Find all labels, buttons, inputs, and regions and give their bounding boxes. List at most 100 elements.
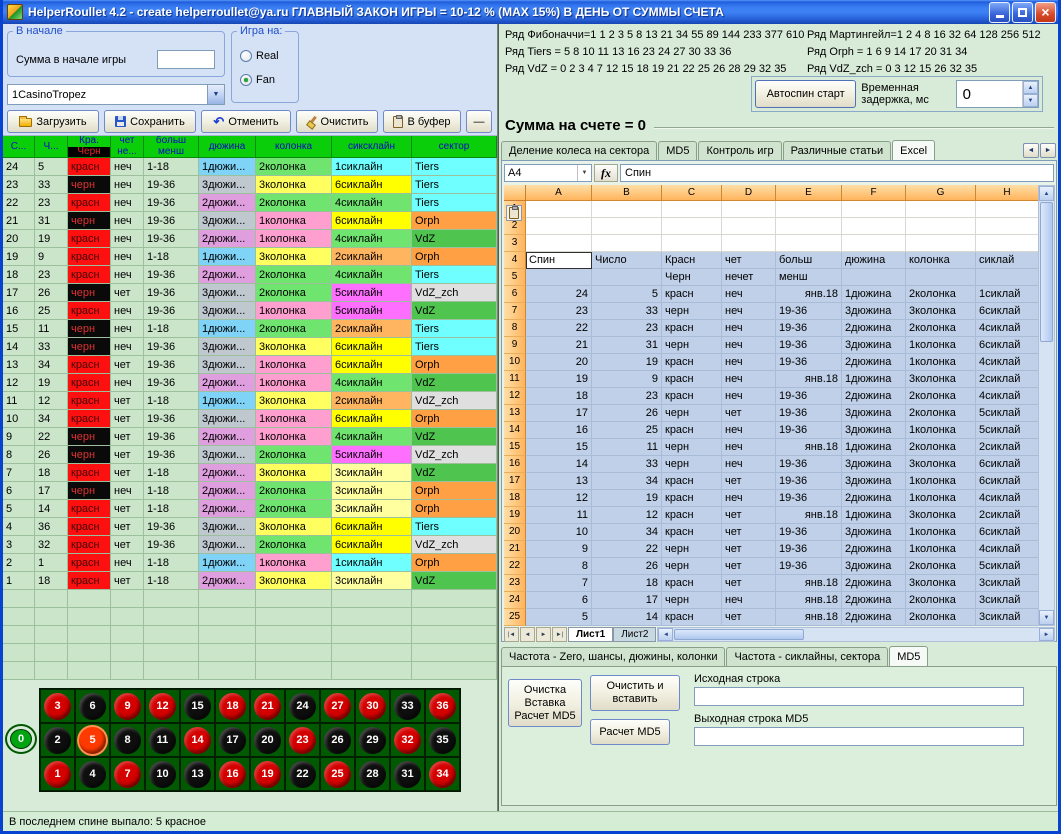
excel-cell[interactable]: 3сиклай xyxy=(976,592,1039,609)
excel-cell[interactable] xyxy=(842,235,906,252)
board-cell-29[interactable]: 29 xyxy=(355,723,390,757)
board-cell-6[interactable]: 6 xyxy=(75,689,110,723)
excel-cell[interactable]: чет xyxy=(722,575,776,592)
excel-row-header-11[interactable]: 11 xyxy=(504,371,526,388)
collapse-button[interactable]: — xyxy=(466,110,492,133)
spin-row[interactable]: 1034краснчет19-363дюжи...1колонка6сиклай… xyxy=(3,410,497,428)
spin-down-button[interactable]: ▼ xyxy=(1023,94,1038,107)
spin-row[interactable]: 332краснчет19-363дюжи...2колонка6сиклайн… xyxy=(3,536,497,554)
paste-options-icon[interactable] xyxy=(506,205,522,221)
excel-cell[interactable]: 22 xyxy=(592,541,662,558)
excel-cell[interactable]: 1дюжина xyxy=(842,286,906,303)
excel-cell[interactable]: черн xyxy=(662,541,722,558)
excel-cell[interactable]: 1колонка xyxy=(906,524,976,541)
excel-cell[interactable]: 1колонка xyxy=(906,473,976,490)
excel-cell[interactable]: 2колонка xyxy=(906,592,976,609)
excel-cell[interactable]: 12 xyxy=(592,507,662,524)
tab-md5[interactable]: MD5 xyxy=(889,646,928,666)
excel-cell[interactable]: 5сиклай xyxy=(976,422,1039,439)
excel-cell[interactable]: 1колонка xyxy=(906,422,976,439)
excel-cell[interactable]: красн xyxy=(662,371,722,388)
excel-cell[interactable]: неч xyxy=(722,439,776,456)
excel-cell[interactable]: красн xyxy=(662,507,722,524)
board-cell-8[interactable]: 8 xyxy=(110,723,145,757)
column-header-2[interactable]: Кра.Черн xyxy=(68,136,111,158)
spin-up-button[interactable]: ▲ xyxy=(1023,81,1038,94)
spin-row[interactable]: 21красннеч1-181дюжи...1колонка1сиклайнOr… xyxy=(3,554,497,572)
next-sheet-button[interactable]: ► xyxy=(536,627,551,642)
excel-cell[interactable]: 3дюжина xyxy=(842,422,906,439)
excel-cell[interactable]: 19-36 xyxy=(776,405,842,422)
excel-cell[interactable]: 1дюжина xyxy=(842,439,906,456)
vertical-scrollbar[interactable]: ▲ ▼ xyxy=(1038,185,1055,626)
spin-row[interactable]: 1511черннеч1-181дюжи...2колонка2сиклайнT… xyxy=(3,320,497,338)
excel-cell[interactable]: красн xyxy=(662,609,722,626)
excel-cell[interactable]: 13 xyxy=(526,473,592,490)
insert-function-button[interactable]: fx xyxy=(594,164,618,182)
spin-row[interactable]: 245красннеч1-181дюжи...2колонка1сиклайнT… xyxy=(3,158,497,176)
board-cell-15[interactable]: 15 xyxy=(180,689,215,723)
excel-col-header-e[interactable]: E xyxy=(776,185,842,201)
excel-cell[interactable]: 19-36 xyxy=(776,337,842,354)
excel-cell[interactable]: янв.18 xyxy=(776,371,842,388)
excel-cell[interactable]: Спин xyxy=(526,252,592,269)
excel-cell[interactable]: менш xyxy=(776,269,842,286)
tab-деление-колеса-на-сектора[interactable]: Деление колеса на сектора xyxy=(501,141,657,160)
excel-cell[interactable]: 19 xyxy=(526,371,592,388)
excel-cell[interactable]: 9 xyxy=(592,371,662,388)
excel-cell[interactable]: 2колонка xyxy=(906,405,976,422)
excel-row-header-6[interactable]: 6 xyxy=(504,286,526,303)
excel-row-header-5[interactable]: 5 xyxy=(504,269,526,286)
spin-row[interactable]: 1112краснчет1-181дюжи...3колонка2сиклайн… xyxy=(3,392,497,410)
spin-row[interactable]: 199красннеч1-181дюжи...3колонка2сиклайнO… xyxy=(3,248,497,266)
excel-cell[interactable]: 19-36 xyxy=(776,320,842,337)
excel-row-header-7[interactable]: 7 xyxy=(504,303,526,320)
excel-cell[interactable]: чет xyxy=(722,405,776,422)
excel-col-header-d[interactable]: D xyxy=(722,185,776,201)
load-button[interactable]: Загрузить xyxy=(7,110,99,133)
excel-cell[interactable]: неч xyxy=(722,490,776,507)
excel-cell[interactable]: 3дюжина xyxy=(842,473,906,490)
board-cell-20[interactable]: 20 xyxy=(250,723,285,757)
tab-scroll-left-icon[interactable]: ◄ xyxy=(1023,143,1039,158)
scroll-left-icon[interactable]: ◄ xyxy=(658,628,673,641)
first-sheet-button[interactable]: |◄ xyxy=(504,627,519,642)
close-button[interactable]: × xyxy=(1035,2,1056,23)
excel-cell[interactable]: 2сиклай xyxy=(976,507,1039,524)
horizontal-scrollbar[interactable]: ◄ ► xyxy=(657,627,1055,642)
excel-row-header-16[interactable]: 16 xyxy=(504,456,526,473)
scroll-up-icon[interactable]: ▲ xyxy=(1039,186,1054,201)
excel-cell[interactable]: чет xyxy=(722,541,776,558)
spin-row[interactable]: 826чернчет19-363дюжи...2колонка5сиклайнV… xyxy=(3,446,497,464)
excel-cell[interactable]: 5 xyxy=(526,609,592,626)
excel-cell[interactable]: колонка xyxy=(906,252,976,269)
excel-cell[interactable]: 19-36 xyxy=(776,422,842,439)
prev-sheet-button[interactable]: ◄ xyxy=(520,627,535,642)
excel-cell[interactable]: чет xyxy=(722,609,776,626)
excel-cell[interactable]: черн xyxy=(662,303,722,320)
excel-cell[interactable] xyxy=(526,218,592,235)
excel-cell[interactable] xyxy=(976,218,1039,235)
excel-cell[interactable]: Число xyxy=(592,252,662,269)
spin-row[interactable]: 436краснчет19-363дюжи...3колонка6сиклайн… xyxy=(3,518,497,536)
excel-cell[interactable] xyxy=(592,201,662,218)
excel-col-header-f[interactable]: F xyxy=(842,185,906,201)
excel-cell[interactable]: 7 xyxy=(526,575,592,592)
output-string-input[interactable] xyxy=(694,727,1024,746)
spin-row[interactable]: 1625красннеч19-363дюжи...1колонка5сиклай… xyxy=(3,302,497,320)
column-header-3[interactable]: четне... xyxy=(111,136,144,158)
excel-row-header-17[interactable]: 17 xyxy=(504,473,526,490)
excel-cell[interactable]: 2дюжина xyxy=(842,575,906,592)
excel-row-header-8[interactable]: 8 xyxy=(504,320,526,337)
excel-cell[interactable]: 2сиклай xyxy=(976,371,1039,388)
excel-cell[interactable]: черн xyxy=(662,439,722,456)
clear-and-paste-button[interactable]: Очистить и вставить xyxy=(590,675,680,711)
clear-paste-calc-button[interactable]: Очистка Вставка Расчет MD5 xyxy=(508,679,582,727)
excel-cell[interactable] xyxy=(976,269,1039,286)
excel-cell[interactable] xyxy=(662,218,722,235)
undo-button[interactable]: ↶Отменить xyxy=(201,110,291,133)
excel-cell[interactable] xyxy=(906,269,976,286)
board-cell-12[interactable]: 12 xyxy=(145,689,180,723)
excel-cell[interactable]: чет xyxy=(722,473,776,490)
scroll-right-icon[interactable]: ► xyxy=(1039,628,1054,641)
